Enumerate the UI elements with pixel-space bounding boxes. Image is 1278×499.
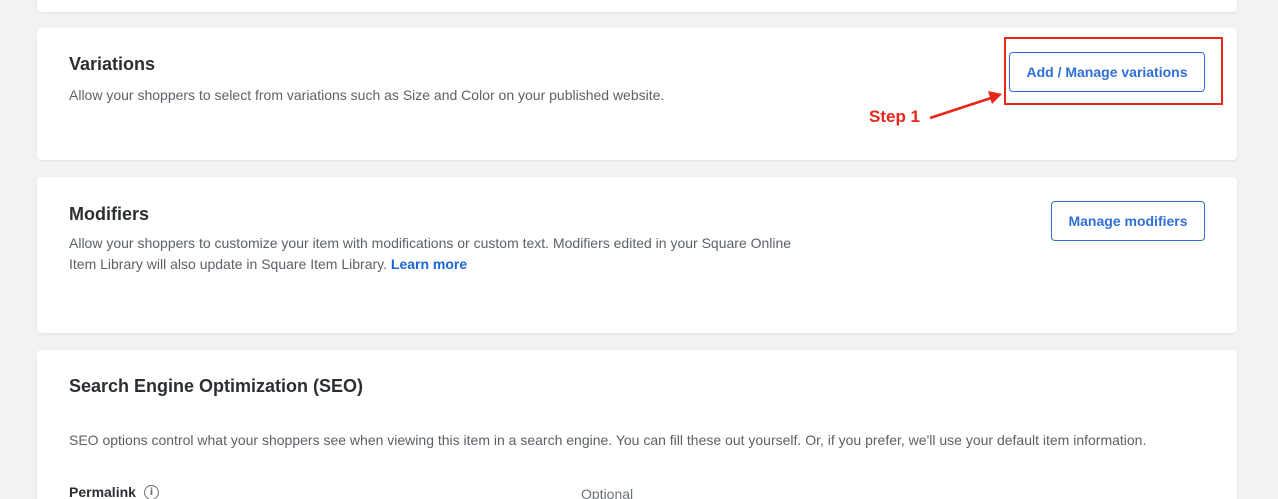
previous-section-card xyxy=(37,0,1237,12)
info-icon[interactable]: i xyxy=(143,484,159,499)
learn-more-link[interactable]: Learn more xyxy=(391,256,467,272)
seo-description: SEO options control what your shoppers s… xyxy=(69,432,1147,448)
step-label: Step 1 xyxy=(869,107,921,126)
variations-title: Variations xyxy=(69,54,156,74)
modifiers-description: Allow your shoppers to customize your it… xyxy=(69,233,809,275)
seo-title: Search Engine Optimization (SEO) xyxy=(69,376,364,396)
step-arrow-icon xyxy=(929,91,1002,120)
modifiers-title: Modifiers xyxy=(69,204,150,224)
seo-card: Search Engine Optimization (SEO) SEO opt… xyxy=(37,350,1237,499)
permalink-optional-hint: Optional xyxy=(581,486,634,499)
permalink-label-text: Permalink xyxy=(69,484,136,499)
modifiers-card: Modifiers Allow your shoppers to customi… xyxy=(37,177,1237,333)
permalink-label: Permalink i xyxy=(69,484,159,499)
variations-description: Allow your shoppers to select from varia… xyxy=(69,87,665,103)
manage-modifiers-button[interactable]: Manage modifiers xyxy=(1051,201,1205,241)
step-highlight-box xyxy=(1004,37,1223,105)
